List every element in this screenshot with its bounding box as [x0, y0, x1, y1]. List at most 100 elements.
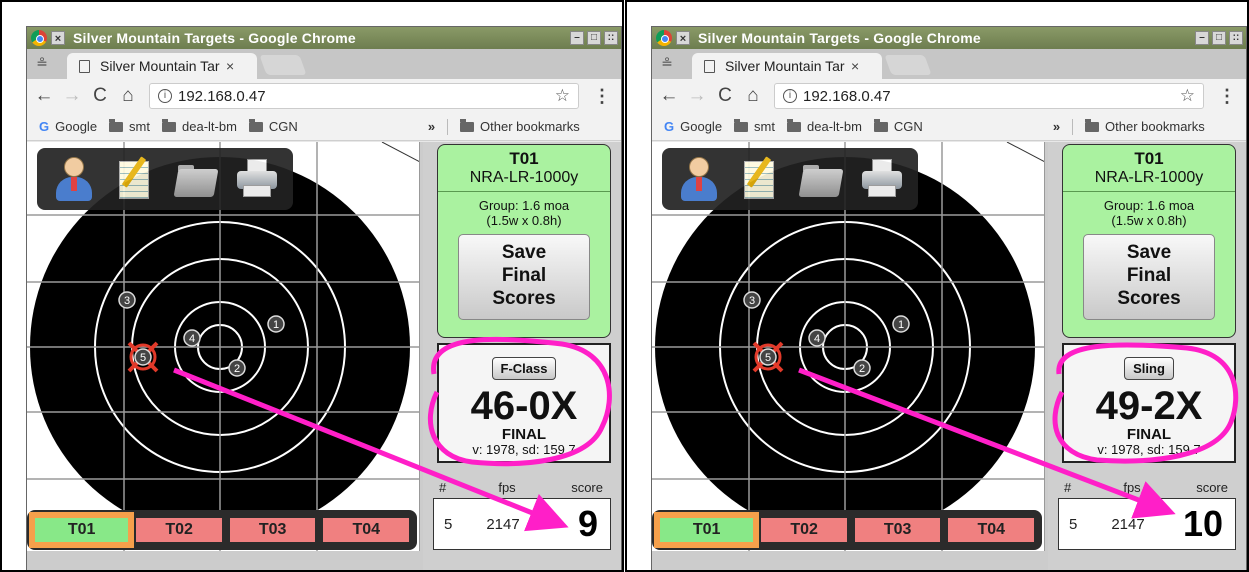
tab-t04[interactable]: T04 [948, 518, 1035, 542]
google-icon: G [664, 119, 675, 134]
info-icon[interactable]: i [158, 89, 172, 103]
bookmark-other[interactable]: Other bookmarks [1085, 118, 1205, 134]
bookmarks-overflow-icon[interactable]: » [1053, 119, 1060, 134]
target-tab-bar: T01 T02 T03 T04 [27, 510, 417, 550]
bookmark-folder-smt[interactable]: smt [109, 118, 150, 134]
shot-marker-3[interactable]: 3 [743, 291, 761, 309]
header-score: score [1196, 480, 1228, 495]
minimize-icon[interactable]: – [1195, 31, 1209, 45]
shot-number: 5 [444, 515, 453, 533]
bookmark-star-icon[interactable]: ☆ [1180, 86, 1195, 106]
page-icon [704, 59, 715, 73]
folder-open-icon[interactable] [172, 155, 220, 203]
tab-t03[interactable]: T03 [854, 518, 941, 542]
restore-icon[interactable]: :: [1229, 31, 1243, 45]
svg-text:2: 2 [234, 363, 240, 375]
screenshot-panel-left: × Silver Mountain Targets - Google Chrom… [0, 0, 624, 572]
tab-t01[interactable]: T01 [660, 518, 754, 542]
bookmark-folder-cgn[interactable]: CGN [248, 118, 298, 134]
bookmark-google[interactable]: G Google [664, 119, 722, 134]
bookmark-folder-dea[interactable]: dea-lt-bm [787, 118, 862, 134]
save-final-scores-button[interactable]: Save Final Scores [1083, 234, 1215, 320]
printer-icon[interactable] [858, 155, 906, 203]
window-titlebar[interactable]: × Silver Mountain Targets - Google Chrom… [652, 27, 1246, 49]
address-bar[interactable]: i 192.168.0.47 ☆ [149, 83, 579, 109]
bookmark-label: smt [754, 119, 775, 134]
score-sidebar: T01 NRA-LR-1000y Group: 1.6 moa (1.5w x … [1048, 142, 1246, 570]
tab-close-icon[interactable]: × [851, 58, 859, 74]
reload-icon[interactable]: C [714, 85, 736, 107]
menu-icon[interactable]: ⋮ [1218, 86, 1236, 107]
tab-t02[interactable]: T02 [136, 518, 222, 542]
maximize-icon[interactable]: □ [587, 31, 601, 45]
shot-marker-1[interactable]: 1 [892, 315, 910, 333]
notes-icon[interactable] [111, 155, 159, 203]
forward-icon[interactable]: → [686, 85, 708, 107]
header-num: # [1064, 480, 1072, 495]
table-row[interactable]: 5 2147 9 [433, 498, 611, 550]
score-sidebar: T01 NRA-LR-1000y Group: 1.6 moa (1.5w x … [423, 142, 621, 570]
header-num: # [439, 480, 447, 495]
bookmark-other[interactable]: Other bookmarks [460, 118, 580, 134]
corner-mark [381, 142, 419, 163]
save-final-scores-button[interactable]: Save Final Scores [458, 234, 590, 320]
new-tab-button[interactable] [259, 55, 307, 75]
shot-score: 9 [577, 503, 598, 544]
folder-icon [787, 118, 801, 132]
back-icon[interactable]: ← [658, 85, 680, 107]
user-icon[interactable] [50, 155, 98, 203]
bookmark-star-icon[interactable]: ☆ [555, 86, 570, 106]
tab-t04[interactable]: T04 [323, 518, 410, 542]
bookmark-google[interactable]: G Google [39, 119, 97, 134]
restore-icon[interactable]: :: [604, 31, 618, 45]
shot-marker-4[interactable]: 4 [808, 329, 826, 347]
bookmark-folder-dea[interactable]: dea-lt-bm [162, 118, 237, 134]
home-icon[interactable]: ⌂ [742, 85, 764, 107]
tab-t02[interactable]: T02 [761, 518, 847, 542]
forward-icon[interactable]: → [61, 85, 83, 107]
shot-marker-2[interactable]: 2 [853, 359, 871, 377]
target-view[interactable]: 1 2 3 4 5 T01 T02 T03 T04 [27, 142, 420, 551]
browser-tab[interactable]: Silver Mountain Targ × [692, 53, 882, 79]
class-button[interactable]: Sling [1124, 357, 1174, 380]
class-button[interactable]: F-Class [491, 357, 557, 380]
printer-icon[interactable] [233, 155, 281, 203]
tab-close-icon[interactable]: × [226, 58, 234, 74]
info-icon[interactable]: i [783, 89, 797, 103]
menu-icon[interactable]: ⋮ [593, 86, 611, 107]
chrome-logo-icon [656, 30, 672, 46]
shot-marker-2[interactable]: 2 [228, 359, 246, 377]
window-close-icon[interactable]: × [51, 31, 65, 45]
reload-icon[interactable]: C [89, 85, 111, 107]
bookmarks-overflow-icon[interactable]: » [428, 119, 435, 134]
shot-fps: 2147 [486, 515, 520, 533]
shot-marker-4[interactable]: 4 [183, 329, 201, 347]
minimize-icon[interactable]: – [570, 31, 584, 45]
window-titlebar[interactable]: × Silver Mountain Targets - Google Chrom… [27, 27, 621, 49]
nav-bar: ← → C ⌂ i 192.168.0.47 ☆ ⋮ [652, 79, 1246, 113]
new-tab-button[interactable] [884, 55, 932, 75]
incognito-icon: ≗ [661, 55, 673, 71]
tab-t01[interactable]: T01 [35, 518, 129, 542]
course-name: NRA-LR-1000y [438, 169, 610, 192]
user-icon[interactable] [675, 155, 723, 203]
home-icon[interactable]: ⌂ [117, 85, 139, 107]
browser-tab[interactable]: Silver Mountain Targ × [67, 53, 257, 79]
address-bar[interactable]: i 192.168.0.47 ☆ [774, 83, 1204, 109]
folder-open-icon[interactable] [797, 155, 845, 203]
shot-marker-3[interactable]: 3 [118, 291, 136, 309]
notes-icon[interactable] [736, 155, 784, 203]
browser-window: × Silver Mountain Targets - Google Chrom… [26, 26, 622, 570]
window-close-icon[interactable]: × [676, 31, 690, 45]
velocity-stats: v: 1978, sd: 159.7 [472, 442, 576, 457]
back-icon[interactable]: ← [33, 85, 55, 107]
tab-t03[interactable]: T03 [229, 518, 316, 542]
shot-marker-1[interactable]: 1 [267, 315, 285, 333]
target-view[interactable]: 1 2 3 4 5 T01 T02 T03 T04 [652, 142, 1045, 551]
table-row[interactable]: 5 2147 10 [1058, 498, 1236, 550]
bookmark-folder-smt[interactable]: smt [734, 118, 775, 134]
tab-strip: ≗ Silver Mountain Targ × [652, 49, 1246, 79]
bookmark-folder-cgn[interactable]: CGN [873, 118, 923, 134]
maximize-icon[interactable]: □ [1212, 31, 1226, 45]
target-id: T01 [1134, 149, 1164, 168]
